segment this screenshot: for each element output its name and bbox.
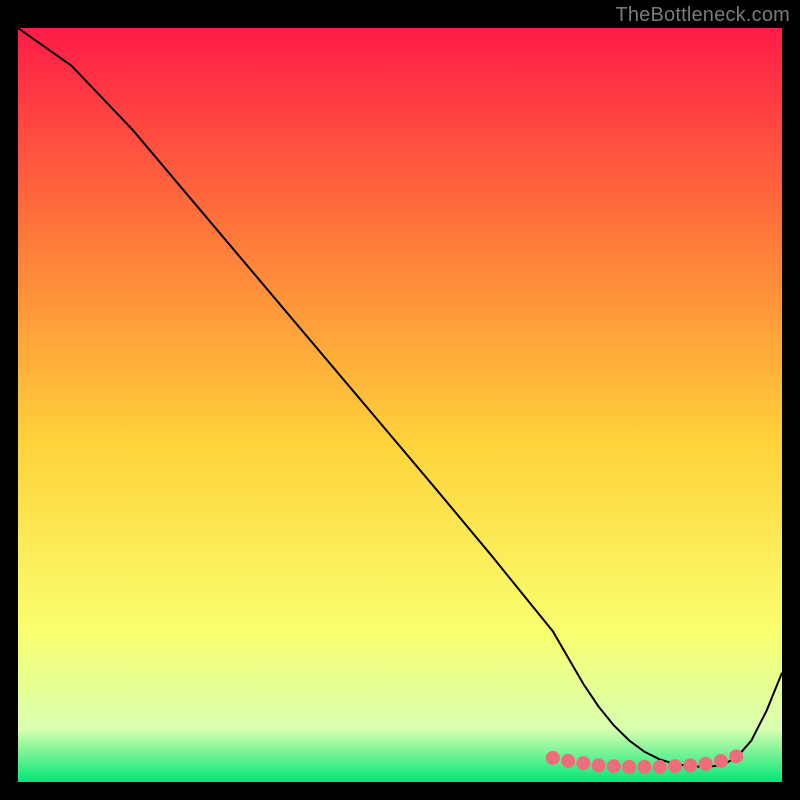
- marker-dot: [607, 760, 620, 773]
- marker-dot: [592, 759, 605, 772]
- watermark-text: TheBottleneck.com: [615, 4, 790, 27]
- gradient-background: [18, 28, 782, 782]
- chart-frame: TheBottleneck.com: [0, 0, 800, 800]
- marker-dot: [562, 754, 575, 767]
- marker-dot: [577, 757, 590, 770]
- plot-area: [18, 28, 782, 782]
- marker-dot: [653, 760, 666, 773]
- marker-dot: [714, 754, 727, 767]
- marker-dot: [730, 750, 743, 763]
- marker-dot: [623, 760, 636, 773]
- marker-dot: [699, 757, 712, 770]
- marker-dot: [684, 759, 697, 772]
- marker-dot: [669, 760, 682, 773]
- marker-dot: [638, 760, 651, 773]
- plot-svg: [18, 28, 782, 782]
- marker-dot: [546, 751, 559, 764]
